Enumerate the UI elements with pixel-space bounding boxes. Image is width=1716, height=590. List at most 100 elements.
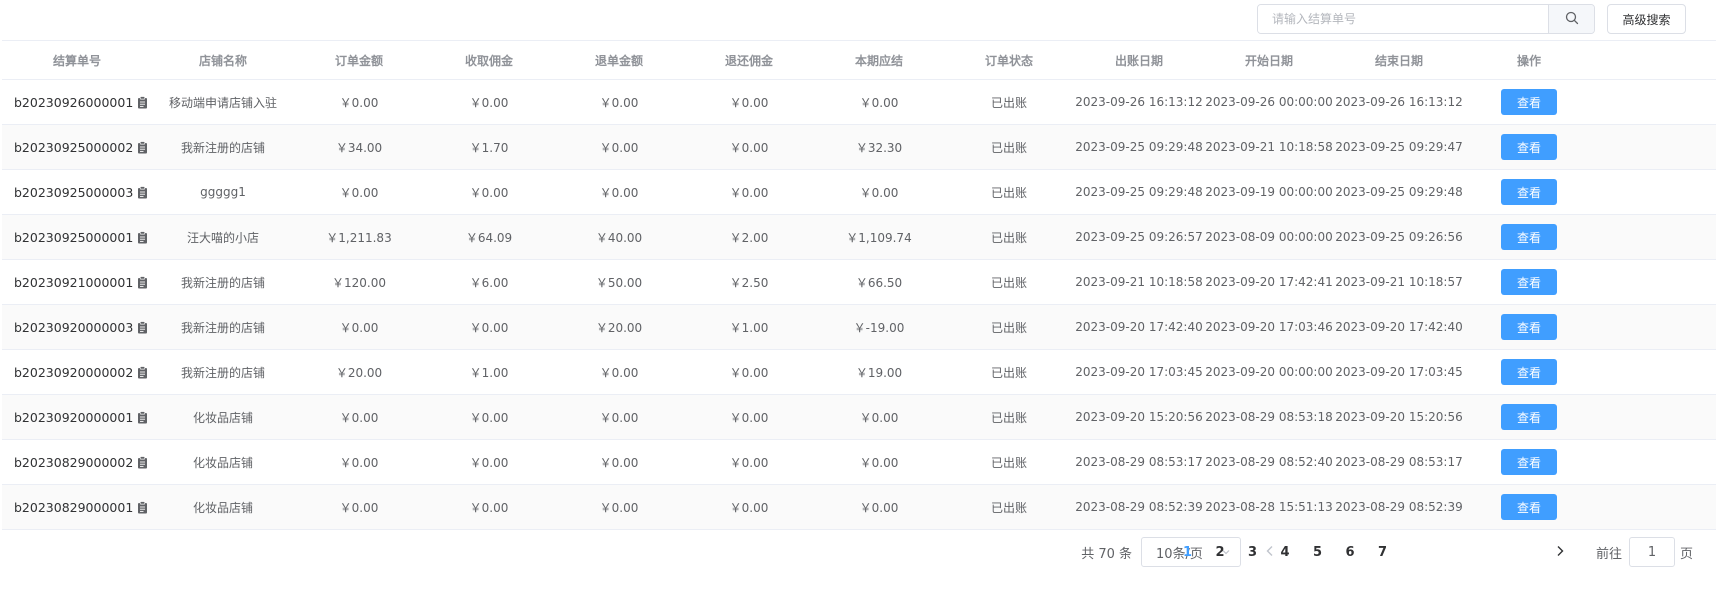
view-button[interactable]: 查看 [1501, 314, 1557, 340]
view-button[interactable]: 查看 [1501, 359, 1557, 385]
payable-amount: ￥1,109.74 [846, 230, 912, 245]
page-number[interactable]: 1 [1183, 545, 1209, 560]
copy-icon[interactable] [137, 95, 148, 109]
view-button[interactable]: 查看 [1501, 89, 1557, 115]
order-amount: ￥0.00 [339, 455, 379, 470]
search-button[interactable] [1548, 5, 1594, 33]
refund-amount: ￥0.00 [599, 455, 639, 470]
order-amount: ￥0.00 [339, 410, 379, 425]
order-status: 已出账 [990, 455, 1027, 470]
copy-icon[interactable] [137, 185, 148, 199]
order-status: 已出账 [990, 275, 1027, 290]
settlement-no-cell: b20230920000001 [2, 395, 152, 439]
end-date: 2023-09-26 16:13:12 [1335, 95, 1463, 109]
refund-commission: ￥1.00 [729, 320, 769, 335]
start-date: 2023-09-20 00:00:00 [1205, 365, 1333, 379]
end-date: 2023-09-21 10:18:57 [1335, 275, 1463, 289]
page-number[interactable]: 4 [1281, 545, 1307, 560]
table-row: b20230925000001 汪大喵的小店 ￥1,211.83 ￥64.09 ￥40.… [2, 215, 1716, 260]
copy-icon[interactable] [137, 500, 148, 514]
table-row: b20230926000001 移动端申请店铺入驻 ￥0.00 ￥0.00 ￥0.00 ￥… [2, 80, 1716, 125]
bill-date: 2023-09-26 16:13:12 [1075, 95, 1203, 109]
refund-commission: ￥0.00 [729, 140, 769, 155]
start-date: 2023-08-29 08:53:18 [1205, 410, 1333, 424]
settlement-no-cell: b20230920000003 [2, 305, 152, 349]
operation-cell: 查看 [1464, 485, 1594, 529]
next-page-button[interactable] [1552, 537, 1568, 567]
start-date: 2023-09-20 17:03:46 [1205, 320, 1333, 334]
refund-commission: ￥0.00 [729, 500, 769, 515]
settlement-no-cell: b20230829000001 [2, 485, 152, 529]
copy-icon[interactable] [137, 275, 148, 289]
settlement-no-cell: b20230921000001 [2, 260, 152, 304]
copy-icon[interactable] [137, 455, 148, 469]
payable-amount: ￥19.00 [855, 365, 903, 380]
refund-amount: ￥50.00 [595, 275, 643, 290]
view-button[interactable]: 查看 [1501, 224, 1557, 250]
refund-amount: ￥0.00 [599, 500, 639, 515]
view-button[interactable]: 查看 [1501, 134, 1557, 160]
payable-amount: ￥0.00 [859, 95, 899, 110]
bill-date: 2023-09-25 09:26:57 [1075, 230, 1203, 244]
column-header: 订单金额 [334, 53, 383, 68]
refund-amount: ￥0.00 [599, 95, 639, 110]
page-number[interactable]: 2 [1216, 545, 1242, 560]
copy-icon[interactable] [137, 320, 148, 334]
store-name: 我新注册的店铺 [180, 275, 265, 290]
settlement-no: b20230829000002 [14, 454, 134, 470]
goto-label: 前往 [1596, 546, 1623, 562]
table-row: b20230920000003 我新注册的店铺 ￥0.00 ￥0.00 ￥20.00 ￥1… [2, 305, 1716, 350]
column-header: 出账日期 [1114, 53, 1163, 68]
settlement-no: b20230920000002 [14, 364, 134, 380]
order-status: 已出账 [990, 500, 1027, 515]
end-date: 2023-08-29 08:53:17 [1335, 455, 1463, 469]
refund-amount: ￥0.00 [599, 140, 639, 155]
store-name: 化妆品店铺 [192, 500, 253, 515]
advanced-search-button[interactable]: 高级搜索 [1607, 4, 1686, 34]
page-list: 1234567 [1183, 537, 1543, 567]
bill-date: 2023-09-20 17:03:45 [1075, 365, 1203, 379]
store-name: 我新注册的店铺 [180, 140, 265, 155]
view-button[interactable]: 查看 [1501, 404, 1557, 430]
page-number[interactable]: 5 [1313, 545, 1339, 560]
view-button[interactable]: 查看 [1501, 449, 1557, 475]
commission: ￥0.00 [469, 455, 509, 470]
order-amount: ￥0.00 [339, 185, 379, 200]
payable-amount: ￥0.00 [859, 185, 899, 200]
end-date: 2023-08-29 08:52:39 [1335, 500, 1463, 514]
search-box [1257, 4, 1595, 34]
view-button[interactable]: 查看 [1501, 179, 1557, 205]
view-button[interactable]: 查看 [1501, 269, 1557, 295]
bill-date: 2023-09-20 15:20:56 [1075, 410, 1203, 424]
copy-icon[interactable] [137, 410, 148, 424]
operation-cell: 查看 [1464, 305, 1594, 349]
column-header: 店铺名称 [198, 53, 247, 68]
start-date: 2023-09-21 10:18:58 [1205, 140, 1333, 154]
column-header: 结束日期 [1374, 53, 1423, 68]
search-input[interactable] [1258, 5, 1548, 33]
goto-page-input[interactable]: 1 [1629, 537, 1675, 567]
commission: ￥0.00 [469, 185, 509, 200]
copy-icon[interactable] [137, 365, 148, 379]
operation-cell: 查看 [1464, 80, 1594, 124]
pagination: 共 70 条 10条/页 1234567 前往 1 页 [0, 537, 1716, 567]
view-button[interactable]: 查看 [1501, 494, 1557, 520]
refund-commission: ￥0.00 [729, 185, 769, 200]
table-row: b20230920000002 我新注册的店铺 ￥20.00 ￥1.00 ￥0.00 ￥0… [2, 350, 1716, 395]
store-name: 化妆品店铺 [192, 455, 253, 470]
settlement-no-cell: b20230926000001 [2, 80, 152, 124]
operation-cell: 查看 [1464, 350, 1594, 394]
column-header: 退还佣金 [724, 53, 773, 68]
commission: ￥0.00 [469, 320, 509, 335]
copy-icon[interactable] [137, 230, 148, 244]
settlement-table: 结算单号 店铺名称 订单金额 收取佣金 退单金额 退还佣金 本期应结 订单状态 出账日期 开始日期… [2, 40, 1716, 530]
start-date: 2023-09-19 00:00:00 [1205, 185, 1333, 199]
store-name: 化妆品店铺 [192, 410, 253, 425]
page-number[interactable]: 6 [1346, 545, 1372, 560]
table-row: b20230925000002 我新注册的店铺 ￥34.00 ￥1.70 ￥0.00 ￥0… [2, 125, 1716, 170]
settlement-no: b20230925000003 [14, 184, 134, 200]
page-number[interactable]: 3 [1248, 545, 1274, 560]
page-number[interactable]: 7 [1378, 545, 1404, 560]
order-amount: ￥20.00 [335, 365, 383, 380]
copy-icon[interactable] [137, 140, 148, 154]
